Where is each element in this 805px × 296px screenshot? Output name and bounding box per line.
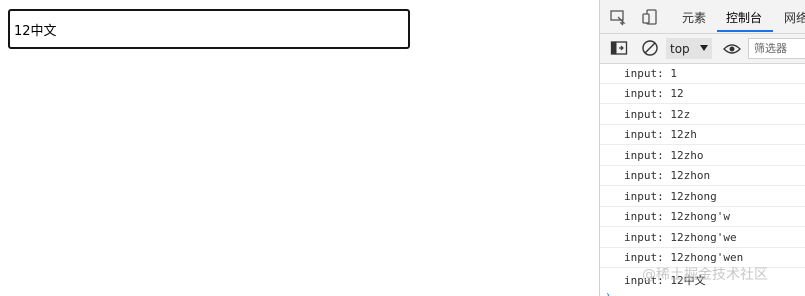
console-row: input: 12zhon xyxy=(600,166,805,186)
console-message: input: 12zhong'wen xyxy=(624,251,744,264)
console-message: input: 12z xyxy=(624,108,691,121)
console-row: input: 12zhong'we xyxy=(600,228,805,248)
tab-elements[interactable]: 元素 xyxy=(682,9,706,26)
console-row: input: 12zhong xyxy=(600,187,805,207)
text-input[interactable] xyxy=(8,9,410,49)
context-selector[interactable]: top xyxy=(666,38,712,59)
page: 元素 控制台 网络 top xyxy=(0,0,805,296)
tab-console[interactable]: 控制台 xyxy=(726,9,762,26)
device-toolbar-icon[interactable] xyxy=(640,7,660,27)
console-message: input: 12zhong'w xyxy=(624,210,730,223)
console-toolbar: top xyxy=(600,34,805,64)
watermark: @稀土掘金技术社区 xyxy=(642,267,768,283)
tab-network[interactable]: 网络 xyxy=(784,9,805,26)
console-message: input: 12zh xyxy=(624,128,697,141)
devtools-panel: 元素 控制台 网络 top xyxy=(599,0,805,296)
console-row: input: 1 xyxy=(600,64,805,84)
console-message: input: 12 xyxy=(624,87,684,100)
sidebar-toggle-icon[interactable] xyxy=(609,38,629,58)
active-tab-indicator xyxy=(717,30,773,32)
chevron-down-icon xyxy=(700,45,708,51)
console-message: input: 12zhong xyxy=(624,190,717,203)
console-prompt-icon[interactable]: › xyxy=(606,290,610,296)
context-selector-label: top xyxy=(670,41,690,56)
console-row: input: 12zhong'w xyxy=(600,207,805,227)
devtools-tabbar: 元素 控制台 网络 xyxy=(600,0,805,34)
live-expression-eye-icon[interactable] xyxy=(722,39,742,59)
console-filter-input[interactable] xyxy=(748,38,805,59)
console-row: input: 12 xyxy=(600,84,805,104)
console-log: input: 1 input: 12 input: 12z input: 12z… xyxy=(600,64,805,296)
console-message: input: 12zhong'we xyxy=(624,231,737,244)
console-row: input: 12zho xyxy=(600,146,805,166)
console-message: input: 12zho xyxy=(624,149,704,162)
inspect-element-icon[interactable] xyxy=(608,7,628,27)
console-row: input: 12z xyxy=(600,105,805,125)
console-message: input: 1 xyxy=(624,67,677,80)
console-row: input: 12zh xyxy=(600,125,805,145)
console-message: input: 12zhon xyxy=(624,169,711,182)
clear-console-icon[interactable] xyxy=(640,38,660,58)
